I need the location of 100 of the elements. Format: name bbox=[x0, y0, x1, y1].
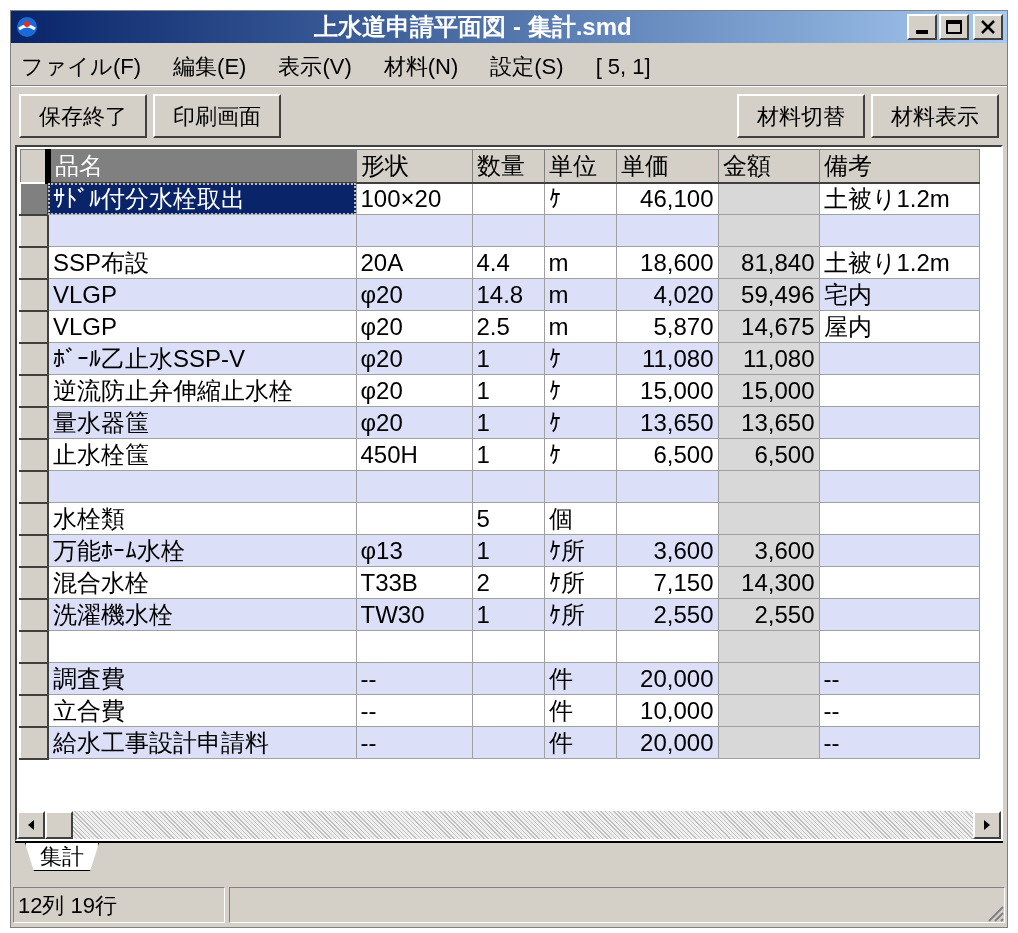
column-header[interactable]: 単価 bbox=[616, 149, 718, 183]
table-cell[interactable] bbox=[718, 182, 819, 215]
table-cell[interactable] bbox=[472, 694, 544, 727]
table-cell[interactable] bbox=[472, 726, 544, 759]
table-cell[interactable]: 18,600 bbox=[616, 246, 718, 279]
table-cell[interactable]: 1 bbox=[472, 534, 544, 567]
scroll-thumb[interactable] bbox=[45, 811, 73, 839]
table-cell[interactable] bbox=[819, 214, 979, 247]
table-cell[interactable] bbox=[819, 374, 979, 407]
table-cell[interactable] bbox=[819, 534, 979, 567]
table-cell[interactable]: 3,600 bbox=[718, 534, 819, 567]
table-cell[interactable]: φ20 bbox=[356, 310, 472, 343]
toolbar-button[interactable]: 材料切替 bbox=[737, 94, 865, 138]
table-cell[interactable]: 1 bbox=[472, 342, 544, 375]
table-cell[interactable]: 6,500 bbox=[616, 438, 718, 471]
table-cell[interactable]: φ20 bbox=[356, 278, 472, 311]
table-cell[interactable] bbox=[472, 630, 544, 663]
table-cell[interactable]: 14.8 bbox=[472, 278, 544, 311]
table-cell[interactable] bbox=[819, 470, 979, 503]
table-cell[interactable] bbox=[544, 630, 616, 663]
table-cell[interactable]: 止水栓筺 bbox=[48, 438, 356, 471]
table-cell[interactable]: 14,300 bbox=[718, 566, 819, 599]
row-header[interactable] bbox=[20, 182, 48, 215]
minimize-button[interactable] bbox=[907, 14, 937, 40]
row-header[interactable] bbox=[20, 374, 48, 407]
menu-item[interactable]: ファイル(F) bbox=[15, 49, 148, 83]
table-cell[interactable] bbox=[472, 470, 544, 503]
column-header[interactable]: 備考 bbox=[819, 149, 979, 183]
table-cell[interactable] bbox=[819, 342, 979, 375]
table-cell[interactable] bbox=[616, 502, 718, 535]
table-cell[interactable]: 20,000 bbox=[616, 726, 718, 759]
table-cell[interactable] bbox=[48, 630, 356, 663]
table-cell[interactable]: 14,675 bbox=[718, 310, 819, 343]
table-cell[interactable] bbox=[48, 470, 356, 503]
table-cell[interactable]: φ20 bbox=[356, 406, 472, 439]
table-cell[interactable]: 15,000 bbox=[616, 374, 718, 407]
close-button[interactable] bbox=[973, 14, 1003, 40]
table-cell[interactable]: ｹ bbox=[544, 182, 616, 215]
table-cell[interactable]: 件 bbox=[544, 662, 616, 695]
row-header[interactable] bbox=[20, 310, 48, 343]
row-header[interactable] bbox=[20, 438, 48, 471]
row-header[interactable] bbox=[20, 406, 48, 439]
table-cell[interactable] bbox=[544, 470, 616, 503]
table-cell[interactable]: 量水器筺 bbox=[48, 406, 356, 439]
table-cell[interactable] bbox=[616, 630, 718, 663]
table-cell[interactable] bbox=[356, 470, 472, 503]
table-cell[interactable]: 59,496 bbox=[718, 278, 819, 311]
table-cell[interactable]: m bbox=[544, 278, 616, 311]
table-cell[interactable] bbox=[48, 214, 356, 247]
table-cell[interactable]: 2,550 bbox=[718, 598, 819, 631]
table-cell[interactable]: 11,080 bbox=[616, 342, 718, 375]
row-header[interactable] bbox=[20, 470, 48, 503]
table-cell[interactable]: 洗濯機水栓 bbox=[48, 598, 356, 631]
column-header[interactable]: 金額 bbox=[718, 149, 819, 183]
horizontal-scrollbar[interactable] bbox=[17, 811, 1001, 839]
table-cell[interactable] bbox=[472, 182, 544, 215]
sheet-tab[interactable]: 集計 bbox=[25, 843, 99, 871]
table-cell[interactable] bbox=[356, 214, 472, 247]
row-header[interactable] bbox=[20, 214, 48, 247]
table-cell[interactable] bbox=[718, 630, 819, 663]
table-cell[interactable]: 水栓類 bbox=[48, 502, 356, 535]
row-header[interactable] bbox=[20, 246, 48, 279]
column-header[interactable]: 数量 bbox=[472, 149, 544, 183]
table-cell[interactable]: 立合費 bbox=[48, 694, 356, 727]
menu-item[interactable]: 材料(N) bbox=[377, 49, 465, 83]
table-cell[interactable] bbox=[718, 726, 819, 759]
table-cell[interactable]: -- bbox=[356, 726, 472, 759]
menu-item[interactable]: 表示(V) bbox=[272, 49, 358, 83]
table-cell[interactable]: -- bbox=[356, 694, 472, 727]
table-cell[interactable]: 土被り1.2m bbox=[819, 182, 979, 215]
table-cell[interactable] bbox=[356, 630, 472, 663]
row-header[interactable] bbox=[20, 278, 48, 311]
scroll-right-button[interactable] bbox=[973, 811, 1001, 839]
row-header[interactable] bbox=[20, 534, 48, 567]
table-cell[interactable]: φ20 bbox=[356, 342, 472, 375]
toolbar-button[interactable]: 保存終了 bbox=[19, 94, 147, 138]
menu-item[interactable]: 編集(E) bbox=[167, 49, 253, 83]
row-header[interactable] bbox=[20, 502, 48, 535]
table-cell[interactable]: m bbox=[544, 246, 616, 279]
table-cell[interactable]: 20A bbox=[356, 246, 472, 279]
row-header[interactable] bbox=[20, 694, 48, 727]
scroll-left-button[interactable] bbox=[17, 811, 45, 839]
table-cell[interactable]: ｹ bbox=[544, 406, 616, 439]
table-cell[interactable]: φ13 bbox=[356, 534, 472, 567]
table-cell[interactable]: 2,550 bbox=[616, 598, 718, 631]
column-header[interactable]: 単位 bbox=[544, 149, 616, 183]
table-cell[interactable]: 2.5 bbox=[472, 310, 544, 343]
table-cell[interactable]: 屋内 bbox=[819, 310, 979, 343]
column-header[interactable]: 形状 bbox=[356, 149, 472, 183]
table-cell[interactable]: 件 bbox=[544, 726, 616, 759]
table-cell[interactable]: TW30 bbox=[356, 598, 472, 631]
table-cell[interactable]: 個 bbox=[544, 502, 616, 535]
toolbar-button[interactable]: 材料表示 bbox=[871, 94, 999, 138]
menu-item[interactable]: [ 5, 1] bbox=[589, 49, 657, 83]
table-cell[interactable]: 100×20 bbox=[356, 182, 472, 215]
table-cell[interactable] bbox=[718, 694, 819, 727]
table-cell[interactable]: 万能ﾎｰﾑ水栓 bbox=[48, 534, 356, 567]
table-cell[interactable]: ｹ所 bbox=[544, 534, 616, 567]
table-cell[interactable] bbox=[718, 662, 819, 695]
table-cell[interactable]: 13,650 bbox=[718, 406, 819, 439]
